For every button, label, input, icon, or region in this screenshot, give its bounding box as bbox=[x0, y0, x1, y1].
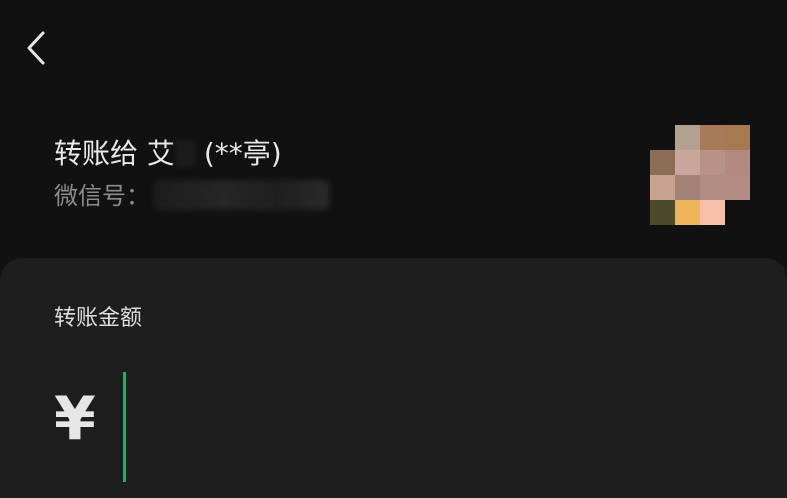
recipient-title: 转账给 艾 (**亭) bbox=[54, 134, 329, 174]
amount-label: 转账金额 bbox=[54, 306, 143, 331]
recipient-title-prefix: 转账给 艾 bbox=[54, 137, 175, 170]
wechat-id-label: 微信号： bbox=[54, 182, 150, 210]
text-cursor bbox=[123, 372, 126, 482]
back-button[interactable] bbox=[18, 26, 54, 70]
wechat-id: 微信号： bbox=[54, 180, 329, 212]
currency-symbol: ¥ bbox=[54, 384, 96, 454]
avatar bbox=[650, 125, 750, 225]
amount-panel: 转账金额 ¥ bbox=[0, 258, 787, 498]
recipient-name-redaction bbox=[174, 141, 195, 167]
recipient-title-suffix: (**亭) bbox=[203, 137, 282, 170]
wechat-id-redaction bbox=[154, 180, 329, 210]
amount-input[interactable] bbox=[118, 370, 718, 480]
chevron-left-icon bbox=[27, 31, 45, 65]
recipient-info: 转账给 艾 (**亭) 微信号： bbox=[54, 134, 329, 212]
